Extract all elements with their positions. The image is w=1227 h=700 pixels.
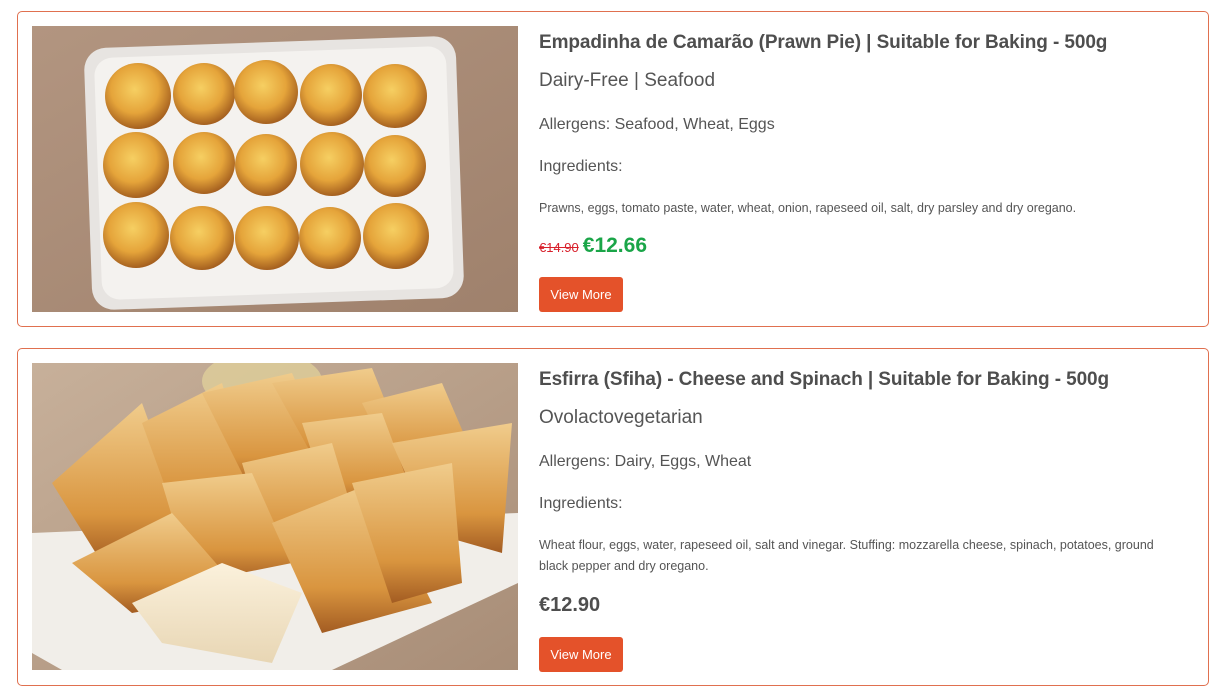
diet-tags: Dairy-Free | Seafood (539, 70, 716, 91)
product-image[interactable] (32, 363, 518, 670)
product-card: Esfirra (Sfiha) - Cheese and Spinach | S… (17, 348, 1209, 686)
price-row: €12.90 (539, 594, 600, 617)
diet-tags: Ovolactovegetarian (539, 407, 703, 428)
price-row: €14.90 €12.66 (539, 234, 647, 258)
ingredients-text: Wheat flour, eggs, water, rapeseed oil, … (539, 538, 1154, 573)
view-more-button[interactable]: View More (539, 637, 623, 672)
prawn-pie-photo (32, 26, 518, 312)
allergens-text: Allergens: Dairy, Eggs, Wheat (539, 453, 752, 470)
product-card: Empadinha de Camarão (Prawn Pie) | Suita… (17, 11, 1209, 327)
ingredients-label: Ingredients: (539, 495, 623, 512)
old-price: €14.90 (539, 240, 579, 255)
product-image[interactable] (32, 26, 518, 312)
price: €12.90 (539, 594, 601, 616)
sale-price: €12.66 (582, 234, 647, 257)
ingredients-label: Ingredients: (539, 158, 623, 175)
allergens-text: Allergens: Seafood, Wheat, Eggs (539, 116, 775, 133)
product-title[interactable]: Esfirra (Sfiha) - Cheese and Spinach | S… (539, 369, 1109, 391)
esfirra-photo (32, 363, 518, 670)
view-more-button[interactable]: View More (539, 277, 623, 312)
product-title[interactable]: Empadinha de Camarão (Prawn Pie) | Suita… (539, 32, 1107, 54)
ingredients-text: Prawns, eggs, tomato paste, water, wheat… (539, 201, 1077, 215)
